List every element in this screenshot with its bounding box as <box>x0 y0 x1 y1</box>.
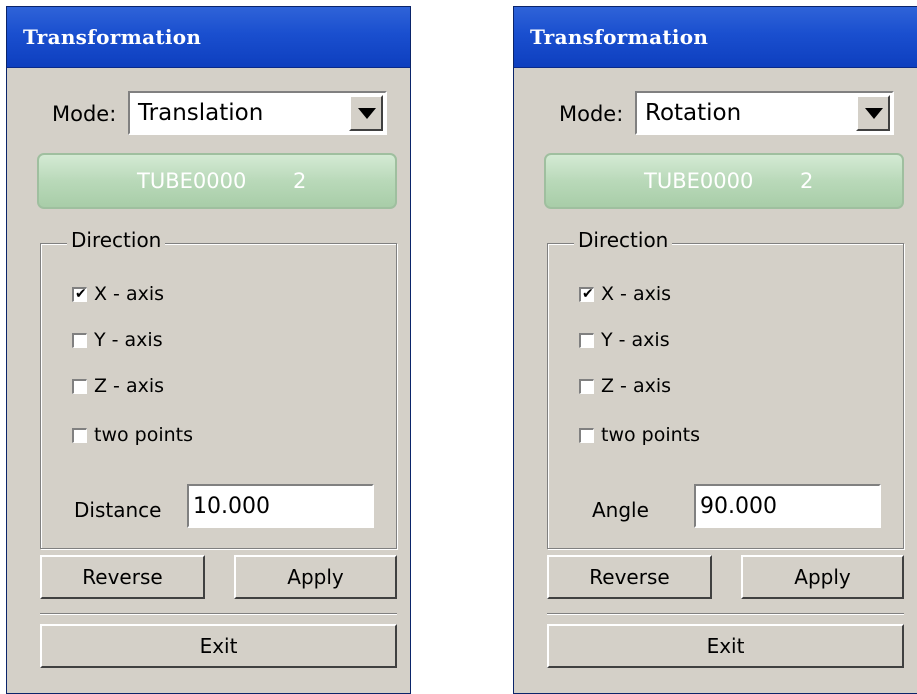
checkbox-box[interactable] <box>72 428 87 443</box>
entity-count: 2 <box>800 169 814 193</box>
angle-input[interactable]: 90.000 <box>694 484 881 528</box>
checkbox-label: Z - axis <box>601 375 672 397</box>
reverse-button[interactable]: Reverse <box>547 555 712 599</box>
checkbox-label: two points <box>601 424 701 446</box>
distance-label: Distance <box>74 498 162 522</box>
chevron-down-icon <box>865 108 883 119</box>
dropdown-button[interactable] <box>349 95 383 131</box>
distance-input[interactable]: 10.000 <box>187 484 374 528</box>
apply-button[interactable]: Apply <box>234 555 397 599</box>
checkbox-label: X - axis <box>94 283 165 305</box>
angle-label: Angle <box>592 498 649 522</box>
mode-select[interactable]: Translation <box>128 91 387 135</box>
checkbox-label: Y - axis <box>94 329 163 351</box>
checkbox-box[interactable]: ✔ <box>72 286 87 302</box>
checkbox-label: Y - axis <box>601 329 670 351</box>
entity-selection-button[interactable]: TUBE0000 2 <box>37 153 397 209</box>
direction-legend: Direction <box>67 228 166 252</box>
checkbox-label: X - axis <box>601 283 672 305</box>
title-bar[interactable]: Transformation <box>7 7 410 68</box>
entity-count: 2 <box>293 169 307 193</box>
mode-select[interactable]: Rotation <box>635 91 894 135</box>
entity-selection-button[interactable]: TUBE0000 2 <box>544 153 904 209</box>
mode-select-value: Rotation <box>645 100 742 126</box>
apply-button[interactable]: Apply <box>741 555 904 599</box>
checkbox-box[interactable] <box>579 333 594 348</box>
reverse-button[interactable]: Reverse <box>40 555 205 599</box>
checkbox-box[interactable] <box>72 333 87 348</box>
dropdown-button[interactable] <box>856 95 890 131</box>
checkbox-box[interactable] <box>579 379 594 394</box>
mode-label: Mode: <box>52 102 117 126</box>
entity-name: TUBE0000 <box>644 169 754 193</box>
checkbox-box[interactable]: ✔ <box>579 286 594 302</box>
distance-value: 10.000 <box>193 494 270 519</box>
title-bar[interactable]: Transformation <box>514 7 917 68</box>
check-icon: ✔ <box>75 286 87 302</box>
chevron-down-icon <box>358 108 376 119</box>
mode-select-value: Translation <box>138 100 264 126</box>
window-title: Transformation <box>23 25 202 49</box>
check-icon: ✔ <box>582 286 594 302</box>
window-title: Transformation <box>530 25 709 49</box>
exit-button[interactable]: Exit <box>40 624 397 668</box>
separator <box>547 613 904 615</box>
checkbox-box[interactable] <box>579 428 594 443</box>
checkbox-label: two points <box>94 424 194 446</box>
angle-value: 90.000 <box>700 494 777 519</box>
entity-name: TUBE0000 <box>137 169 247 193</box>
transformation-panel-translation: Transformation Mode: Translation TUBE000… <box>6 6 411 694</box>
checkbox-box[interactable] <box>72 379 87 394</box>
transformation-panel-rotation: Transformation Mode: Rotation TUBE0000 2… <box>513 6 917 694</box>
direction-legend: Direction <box>574 228 673 252</box>
exit-button[interactable]: Exit <box>547 624 904 668</box>
mode-label: Mode: <box>559 102 624 126</box>
separator <box>40 613 397 615</box>
checkbox-label: Z - axis <box>94 375 165 397</box>
